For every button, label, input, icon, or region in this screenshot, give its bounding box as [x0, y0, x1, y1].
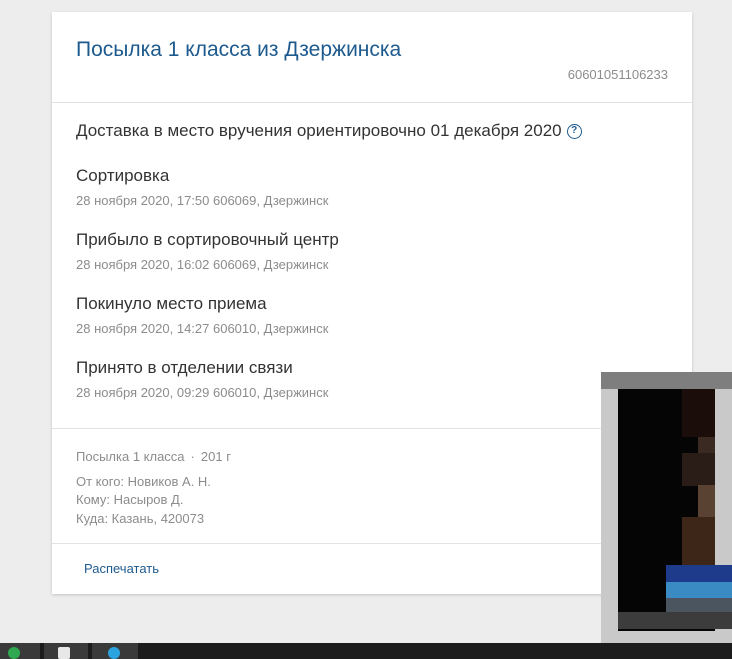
parcel-info: Посылка 1 класса · 201 г От кого: Новиков … — [76, 448, 231, 528]
history-item: Покинуло место приема 28 ноября 2020, 14… — [76, 294, 328, 336]
history-item-title: Прибыло в сортировочный центр — [76, 230, 339, 249]
history-item: Принято в отделении связи 28 ноября 2020… — [76, 358, 328, 400]
preview-frame-top — [601, 372, 732, 389]
history-item-meta: 28 ноября 2020, 09:29 606010, Дзержинск — [76, 385, 329, 400]
help-icon[interactable]: ? — [566, 123, 582, 139]
history-item-title: Сортировка — [76, 166, 170, 185]
parcel-weight: 201 г — [200, 449, 231, 464]
taskbar-telegram-icon — [108, 647, 120, 659]
parcel-summary: Посылка 1 класса · 201 г — [76, 448, 231, 467]
preview-pixel — [666, 565, 732, 582]
print-button[interactable]: Распечатать — [84, 561, 159, 576]
preview-pixel — [682, 389, 715, 437]
tracking-number: 60601051106233 — [567, 67, 668, 82]
delivery-estimate-text: Доставка в место вручения ориентировочно… — [76, 121, 562, 140]
parcel-destination: Куда: Казань, 420073 — [76, 510, 205, 526]
history-item-title: Покинуло место приема — [76, 294, 267, 313]
history-item-meta: 28 ноября 2020, 16:02 606069, Дзержинск — [76, 257, 329, 272]
parcel-separator: · — [190, 449, 195, 464]
taskbar-button[interactable] — [0, 643, 40, 659]
parcel-sender: От кого: Новиков А. Н. — [76, 473, 211, 489]
preview-frame-bottom — [618, 612, 732, 629]
taskbar-app-icon — [8, 647, 20, 659]
taskbar — [0, 643, 732, 659]
preview-pixel — [682, 517, 715, 565]
taskbar-button[interactable] — [44, 643, 88, 659]
parcel-recipient: Кому: Насыров Д. — [76, 492, 184, 507]
history-item-meta: 28 ноября 2020, 17:50 606069, Дзержинск — [76, 193, 329, 208]
history-item-meta: 28 ноября 2020, 14:27 606010, Дзержинск — [76, 321, 329, 336]
preview-pixel — [698, 485, 715, 517]
section-divider — [52, 543, 692, 544]
preview-pixel — [682, 453, 715, 486]
history-item: Прибыло в сортировочный центр 28 ноября … — [76, 230, 339, 272]
delivery-estimate: Доставка в место вручения ориентировочно… — [76, 121, 582, 141]
history-item: Сортировка 28 ноября 2020, 17:50 606069,… — [76, 166, 328, 208]
preview-pixel — [666, 582, 732, 598]
video-preview-window[interactable] — [601, 372, 732, 645]
history-item-title: Принято в отделении связи — [76, 358, 293, 377]
parcel-type: Посылка 1 класса — [76, 449, 185, 464]
section-divider — [52, 428, 692, 429]
parcel-title: Посылка 1 класса из Дзержинска — [76, 38, 402, 61]
preview-frame-right — [715, 389, 732, 565]
tracking-card: Посылка 1 класса из Дзержинска 606010511… — [52, 12, 692, 594]
card-header: Посылка 1 класса из Дзержинска 606010511… — [52, 12, 692, 103]
taskbar-button[interactable] — [92, 643, 138, 659]
taskbar-editor-icon — [58, 647, 70, 659]
